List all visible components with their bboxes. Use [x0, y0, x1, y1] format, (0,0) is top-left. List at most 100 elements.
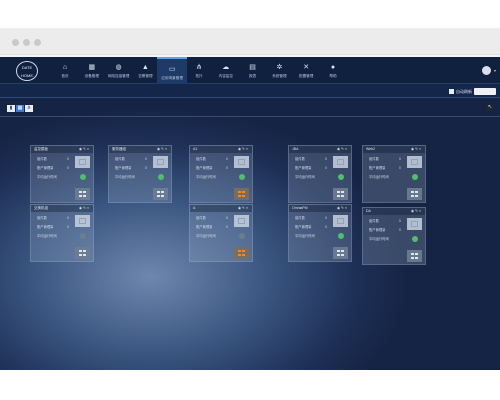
- app-group-card[interactable]: 监控模板 ◉✎× 组件数 0 账户管理量 0 平均运行时间: [30, 145, 94, 203]
- topology-icon: ⋔: [196, 64, 202, 71]
- status-indicator-icon: [412, 236, 418, 242]
- nav-item[interactable]: ● 帮助: [318, 57, 348, 84]
- card-actions: ◉✎×: [79, 206, 90, 211]
- thumbnail-icon[interactable]: [407, 156, 422, 168]
- row-label: 平均运行时间: [115, 175, 135, 179]
- card-row: 平均运行时间: [196, 175, 216, 180]
- topology-view-icon[interactable]: ⋔: [25, 105, 33, 112]
- close-icon[interactable]: ×: [419, 147, 422, 151]
- status-indicator-icon: [80, 174, 86, 180]
- card-title: A1: [193, 147, 198, 151]
- app-group-card[interactable]: JBA ◉✎× 组件数 0 账户管理量 0 平均运行时间: [288, 145, 352, 203]
- nav-item[interactable]: ⌂ 首页: [50, 57, 80, 84]
- card-row: 平均运行时间: [115, 175, 135, 180]
- grid-view-icon[interactable]: [333, 188, 348, 200]
- nav-item[interactable]: ▭ 应用场景管理: [157, 57, 188, 84]
- row-value: 0: [67, 166, 69, 170]
- card-row: 平均运行时间: [196, 234, 216, 239]
- nav-item-label: 内容监控: [218, 74, 233, 78]
- card-row: 平均运行时间: [37, 234, 57, 239]
- gear-icon: ✲: [276, 64, 283, 71]
- close-icon[interactable]: ×: [419, 209, 422, 213]
- app-group-card[interactable]: DA ◉✎× 组件数 0 账户管理量 0 平均运行时间: [362, 207, 426, 265]
- nav-item[interactable]: ✲ 系统管理: [264, 57, 294, 84]
- app-group-card[interactable]: A1 ◉✎× 组件数 0 账户管理量 0 平均运行时间: [189, 145, 253, 203]
- page-bottom: [0, 370, 500, 400]
- avatar[interactable]: [482, 66, 491, 75]
- nav-item[interactable]: ▦ 设备管理: [77, 57, 107, 84]
- nav-item[interactable]: ◍ 网络连接管理: [104, 57, 134, 84]
- card-row: 平均运行时间: [37, 175, 57, 180]
- card-row: 组件数 0: [369, 219, 401, 224]
- row-value: 0: [226, 216, 228, 220]
- nav-item[interactable]: ⋔ 拓扑: [184, 57, 214, 84]
- thumbnail-icon[interactable]: [407, 218, 422, 230]
- grid-view-icon[interactable]: [75, 188, 90, 200]
- close-icon[interactable]: ×: [246, 147, 249, 151]
- card-row: 组件数 0: [295, 157, 327, 162]
- checkbox[interactable]: [449, 89, 454, 94]
- close-icon[interactable]: ×: [246, 206, 249, 210]
- grid-view-icon[interactable]: [407, 188, 422, 200]
- logo[interactable]: DATE HOME: [16, 61, 38, 81]
- thumbnail-icon[interactable]: [75, 156, 90, 168]
- grid-view-icon[interactable]: ▦: [16, 105, 24, 112]
- card-header: 交换机组 ◉✎×: [31, 205, 93, 212]
- grid-view-icon[interactable]: [75, 247, 90, 259]
- close-icon[interactable]: ×: [165, 147, 168, 151]
- nav-item[interactable]: ☁ 内容监控: [211, 57, 241, 84]
- thumbnail-icon[interactable]: [153, 156, 168, 168]
- status-indicator-icon: [158, 174, 164, 180]
- cloud-icon: ☁: [222, 64, 230, 71]
- row-label: 账户管理量: [295, 166, 312, 170]
- info-icon: ●: [330, 64, 336, 71]
- grid-view-icon[interactable]: [407, 250, 422, 262]
- nav-item-label: 应用场景管理: [161, 76, 183, 80]
- close-icon[interactable]: ×: [345, 147, 348, 151]
- grid-view-icon[interactable]: [234, 188, 249, 200]
- close-icon[interactable]: ×: [87, 147, 90, 151]
- app-group-card[interactable]: 交换机组 ◉✎× 组件数 0 账户管理量 0 平均运行时间: [30, 204, 94, 262]
- status-indicator-icon: [338, 233, 344, 239]
- card-title: 监控模板: [34, 147, 48, 151]
- thumbnail-icon[interactable]: [75, 215, 90, 227]
- thumbnail-icon[interactable]: [234, 156, 249, 168]
- home-icon: ⌂: [62, 64, 68, 71]
- card-row: 组件数 0: [196, 216, 228, 221]
- app-group-card[interactable]: A ◉✎× 组件数 0 账户管理量 0 平均运行时间: [189, 204, 253, 262]
- grid-view-icon[interactable]: [333, 247, 348, 259]
- app-group-card[interactable]: 服务器组 ◉✎× 组件数 0 账户管理量 0 平均运行时间: [108, 145, 172, 203]
- status-indicator-icon: [412, 174, 418, 180]
- row-label: 平均运行时间: [295, 175, 315, 179]
- nav-item[interactable]: ▤ 报表: [238, 57, 268, 84]
- card-row: 账户管理量 0: [295, 166, 327, 171]
- thumbnail-icon[interactable]: [333, 156, 348, 168]
- card-row: 组件数 0: [115, 157, 147, 162]
- card-row: 账户管理量 0: [369, 228, 401, 233]
- app-group-card[interactable]: Web2 ◉✎× 组件数 0 账户管理量 0 平均运行时间: [362, 145, 426, 203]
- refresh-interval-select[interactable]: [474, 88, 496, 95]
- close-icon[interactable]: ×: [87, 206, 90, 210]
- auto-refresh-toggle[interactable]: 自动刷新: [449, 88, 472, 95]
- chart-icon[interactable]: ▮: [7, 105, 15, 112]
- app-group-card[interactable]: OmniaPM ◉✎× 组件数 0 账户管理量 0 平均运行时间: [288, 204, 352, 262]
- card-header: 监控模板 ◉✎×: [31, 146, 93, 153]
- row-label: 组件数: [196, 216, 206, 220]
- nav-item-label: 报表: [249, 74, 257, 78]
- row-label: 平均运行时间: [369, 237, 389, 241]
- pointer-tool-icon[interactable]: ↖: [486, 104, 494, 111]
- close-icon[interactable]: ×: [345, 206, 348, 210]
- nav-item-label: 拓扑: [195, 74, 203, 78]
- chevron-down-icon[interactable]: ▾: [494, 68, 496, 73]
- row-value: 0: [399, 166, 401, 170]
- window-dot-icon: [23, 39, 30, 46]
- tools-icon: ✕: [303, 64, 310, 71]
- thumbnail-icon[interactable]: [333, 215, 348, 227]
- nav-item[interactable]: ✕ 配置管理: [291, 57, 321, 84]
- grid-view-icon[interactable]: [153, 188, 168, 200]
- thumbnail-icon[interactable]: [234, 215, 249, 227]
- row-value: 0: [325, 216, 327, 220]
- grid-view-icon[interactable]: [234, 247, 249, 259]
- card-actions: ◉✎×: [238, 206, 249, 211]
- nav-item[interactable]: ▲ 告警管理: [130, 57, 160, 84]
